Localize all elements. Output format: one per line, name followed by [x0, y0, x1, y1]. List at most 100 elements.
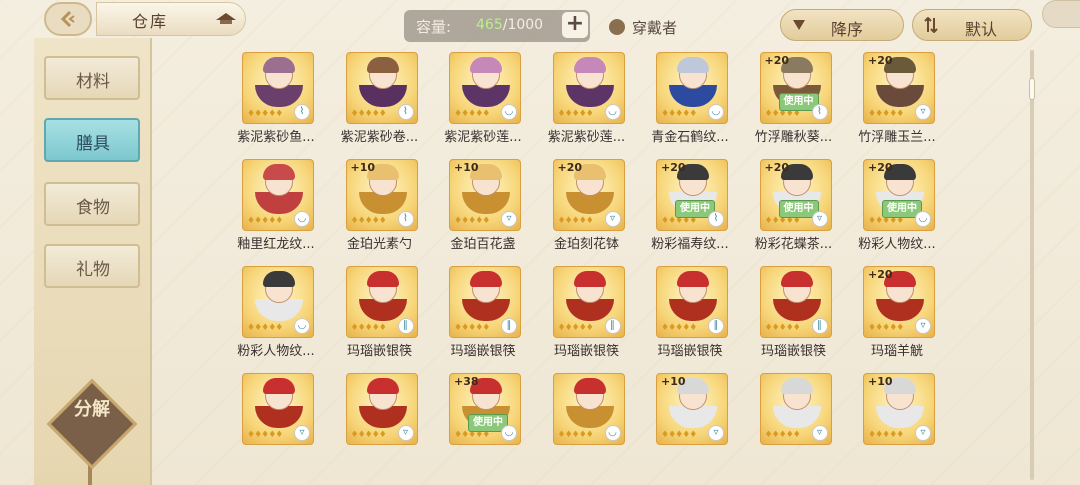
character-hair: [263, 164, 295, 180]
item-card: ♦♦♦♦♦ ▿: [345, 373, 418, 445]
tab-materials-label: 材料: [76, 72, 110, 92]
decompose-label: 分解: [74, 399, 110, 420]
cup-icon: ▿: [811, 211, 828, 227]
bowl-icon: ◡: [294, 318, 310, 334]
item-slot[interactable]: ♦♦♦♦♦ ∥ 玛瑙嵌银筷: [547, 266, 625, 359]
character-hair: [677, 271, 709, 287]
rarity-icon: ♦♦♦♦♦: [557, 430, 594, 440]
item-card: +20 ♦♦♦♦♦ ▿: [863, 52, 935, 124]
sort-arrows-icon: [924, 17, 938, 33]
item-slot[interactable]: ♦♦♦♦♦ ▿: [236, 373, 314, 449]
item-slot[interactable]: ♦♦♦♦♦ ◡ 青金石鹤纹...: [650, 52, 729, 145]
tab-tableware[interactable]: 膳具: [44, 118, 140, 162]
bowl-icon: ◡: [915, 211, 931, 227]
bonus-tag: +10: [661, 375, 686, 388]
item-slot[interactable]: +20 ♦♦♦♦♦ ▿ 竹浮雕玉兰...: [857, 52, 936, 145]
character-hair: [573, 378, 606, 394]
item-slot[interactable]: ♦♦♦♦♦ ∥ 玛瑙嵌银筷: [650, 266, 728, 359]
item-slot[interactable]: +20 ♦♦♦♦♦ 使用中 ⌇ 竹浮雕秋葵...: [754, 52, 832, 145]
item-slot[interactable]: +10 ♦♦♦♦♦ ▿: [650, 373, 728, 449]
item-slot[interactable]: +20 ♦♦♦♦♦ 使用中 ▿ 粉彩花蝶茶...: [754, 159, 832, 252]
item-card: +20 ♦♦♦♦♦ 使用中 ◡: [863, 159, 935, 231]
item-slot[interactable]: ♦♦♦♦♦ ⌇ 紫泥紫砂鱼...: [236, 52, 315, 145]
item-card: +20 ♦♦♦♦♦ 使用中 ⌇: [759, 52, 832, 124]
item-name: 金珀刻花钵: [553, 237, 619, 252]
page-title: 仓库: [132, 12, 169, 31]
sort-order-label: 降序: [831, 20, 864, 39]
character-hair: [263, 57, 295, 73]
warehouse-screen: 仓库 容量: 465/1000 + 穿戴者 降序 默认 材料 膳具 食物 礼物 …: [0, 0, 1080, 485]
cup-icon: ▿: [397, 425, 414, 441]
item-slot[interactable]: ♦♦♦♦♦ ∥ 玛瑙嵌银筷: [754, 266, 832, 359]
tab-tableware-label: 膳具: [76, 134, 110, 154]
rarity-icon: ♦♦♦♦♦: [350, 323, 387, 333]
item-name: 釉里红龙纹...: [237, 237, 315, 252]
item-slot[interactable]: ♦♦♦♦♦ ▿: [754, 373, 832, 449]
settings-button[interactable]: [1042, 0, 1080, 28]
bowl-icon: ◡: [501, 104, 517, 120]
item-name: 竹浮雕秋葵...: [754, 130, 833, 145]
item-card: +20 ♦♦♦♦♦ ▿: [552, 159, 625, 231]
back-button[interactable]: [44, 2, 92, 36]
item-slot[interactable]: ♦♦♦♦♦ ◡ 粉彩人物纹...: [236, 266, 315, 359]
item-card: ♦♦♦♦♦ ◡: [552, 52, 625, 124]
item-name: 玛瑙嵌银筷: [450, 344, 516, 359]
item-slot[interactable]: ♦♦♦♦♦ ◡ 紫泥紫砂莲...: [443, 52, 522, 145]
item-name: 竹浮雕玉兰...: [858, 130, 936, 145]
item-slot[interactable]: ♦♦♦♦♦ ◡ 紫泥紫砂莲...: [547, 52, 625, 145]
bowl-icon: ◡: [501, 425, 517, 441]
sort-order-button[interactable]: 降序: [780, 9, 904, 41]
tab-materials[interactable]: 材料: [44, 56, 140, 100]
bonus-tag: +10: [868, 375, 893, 388]
sort-mode-button[interactable]: 默认: [912, 9, 1032, 41]
item-slot[interactable]: ♦♦♦♦♦ ◡: [547, 373, 625, 449]
spoon-icon: ⌇: [397, 211, 414, 227]
item-card: ♦♦♦♦♦ ⌇: [242, 52, 314, 124]
cup-icon: ▿: [294, 425, 310, 441]
item-slot[interactable]: ♦♦♦♦♦ ∥ 玛瑙嵌银筷: [340, 266, 418, 359]
item-slot[interactable]: ♦♦♦♦♦ ▿: [340, 373, 418, 449]
item-name: 玛瑙嵌银筷: [346, 344, 412, 359]
item-slot[interactable]: +20 ♦♦♦♦♦ ▿ 金珀刻花钵: [547, 159, 625, 252]
item-slot[interactable]: +20 ♦♦♦♦♦ 使用中 ⌇ 粉彩福寿纹...: [650, 159, 729, 252]
item-card: +10 ♦♦♦♦♦ ▿: [863, 373, 935, 445]
item-card: +10 ♦♦♦♦♦ ⌇: [345, 159, 418, 231]
item-slot[interactable]: +38 ♦♦♦♦♦ 使用中 ◡: [443, 373, 521, 449]
wearer-filter-toggle[interactable]: [609, 19, 625, 35]
rarity-icon: ♦♦♦♦♦: [661, 323, 697, 333]
item-slot[interactable]: ♦♦♦♦♦ ◡ 釉里红龙纹...: [236, 159, 315, 252]
character-hair: [470, 271, 502, 287]
rarity-icon: ♦♦♦♦♦: [868, 323, 904, 333]
item-name: 青金石鹤纹...: [651, 130, 729, 145]
tab-gifts[interactable]: 礼物: [44, 244, 140, 288]
item-name: 粉彩人物纹...: [237, 344, 315, 359]
tab-food[interactable]: 食物: [44, 182, 140, 226]
scrollbar-thumb[interactable]: [1029, 78, 1035, 100]
item-slot[interactable]: +20 ♦♦♦♦♦ ▿ 玛瑙羊觥: [857, 266, 935, 359]
character-hair: [263, 378, 295, 394]
rarity-icon: ♦♦♦♦♦: [350, 216, 387, 226]
cup-icon: ▿: [604, 211, 621, 227]
cup-icon: ▿: [708, 425, 724, 441]
item-slot[interactable]: ♦♦♦♦♦ ⌇ 紫泥紫砂卷...: [340, 52, 418, 145]
item-slot[interactable]: +10 ♦♦♦♦♦ ▿ 金珀百花盏: [443, 159, 521, 252]
item-slot[interactable]: +10 ♦♦♦♦♦ ▿: [857, 373, 935, 449]
scrollbar-track[interactable]: [1030, 50, 1034, 480]
chopsticks-icon: ∥: [811, 318, 828, 334]
item-slot[interactable]: ♦♦♦♦♦ ∥ 玛瑙嵌银筷: [443, 266, 521, 359]
rarity-icon: ♦♦♦♦♦: [247, 216, 283, 226]
character-hair: [366, 378, 399, 394]
expand-capacity-button[interactable]: +: [562, 12, 588, 38]
bonus-tag: +20: [557, 161, 583, 174]
item-card: ♦♦♦♦♦ ◡: [242, 266, 314, 338]
capacity-used: 465: [476, 17, 503, 33]
item-slot[interactable]: +20 ♦♦♦♦♦ 使用中 ◡ 粉彩人物纹...: [857, 159, 936, 252]
item-card: ♦♦♦♦♦ ∥: [656, 266, 728, 338]
item-card: ♦♦♦♦♦ ⌇: [345, 52, 418, 124]
item-card: ♦♦♦♦♦ ∥: [759, 266, 832, 338]
character-hair: [573, 57, 606, 73]
tab-food-label: 食物: [76, 198, 110, 218]
item-slot[interactable]: +10 ♦♦♦♦♦ ⌇ 金珀光素勺: [340, 159, 418, 252]
rarity-icon: ♦♦♦♦♦: [454, 323, 490, 333]
character-hair: [366, 57, 399, 73]
